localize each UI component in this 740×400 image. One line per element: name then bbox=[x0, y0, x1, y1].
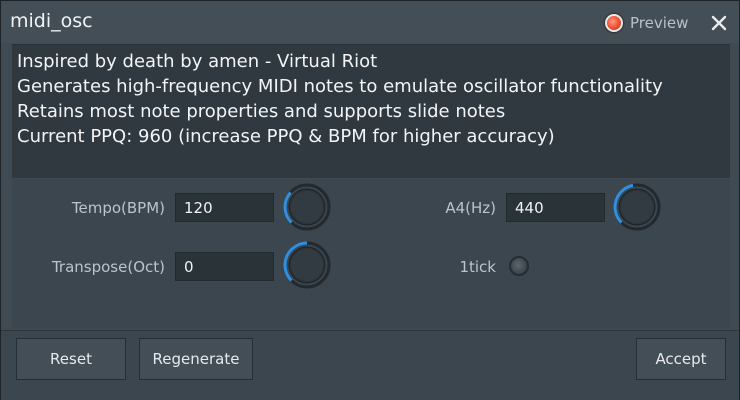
a4-label: A4(Hz) bbox=[445, 199, 496, 217]
parameters-panel: Tempo(BPM) 120 A4(Hz) 440 Transpose(Oct)… bbox=[12, 179, 730, 329]
close-button[interactable] bbox=[707, 11, 731, 35]
onetick-toggle[interactable] bbox=[509, 256, 529, 276]
description-line: Current PPQ: 960 (increase PPQ & BPM for… bbox=[17, 126, 555, 147]
title-bar: midi_osc Preview bbox=[1, 1, 739, 43]
knob-icon bbox=[283, 183, 331, 231]
regenerate-button-label: Regenerate bbox=[152, 350, 240, 368]
description-text-area: Inspired by death by amen - Virtual Riot… bbox=[12, 44, 730, 178]
midi-osc-dialog: midi_osc Preview Inspired by death by am… bbox=[0, 0, 740, 400]
footer-bar: Reset Regenerate Accept bbox=[1, 330, 739, 400]
tempo-label: Tempo(BPM) bbox=[71, 199, 165, 217]
window-title: midi_osc bbox=[10, 10, 93, 32]
a4-knob[interactable] bbox=[612, 182, 662, 232]
description-line: Retains most note properties and support… bbox=[17, 101, 506, 122]
transpose-input[interactable]: 0 bbox=[175, 252, 274, 281]
accept-button[interactable]: Accept bbox=[636, 338, 726, 380]
tempo-knob[interactable] bbox=[282, 182, 332, 232]
close-icon bbox=[711, 15, 727, 31]
tempo-input[interactable]: 120 bbox=[175, 193, 274, 222]
transpose-label: Transpose(Oct) bbox=[51, 258, 165, 276]
onetick-label: 1tick bbox=[459, 258, 496, 276]
description-line: Inspired by death by amen - Virtual Riot bbox=[17, 51, 378, 72]
reset-button[interactable]: Reset bbox=[16, 338, 126, 380]
accept-button-label: Accept bbox=[655, 350, 707, 368]
transpose-knob[interactable] bbox=[282, 240, 332, 290]
preview-led-icon bbox=[605, 14, 623, 32]
reset-button-label: Reset bbox=[50, 350, 92, 368]
description-line: Generates high-frequency MIDI notes to e… bbox=[17, 76, 663, 97]
preview-toggle[interactable]: Preview bbox=[605, 12, 688, 34]
knob-icon bbox=[283, 241, 331, 289]
preview-label: Preview bbox=[630, 14, 689, 32]
regenerate-button[interactable]: Regenerate bbox=[139, 338, 253, 380]
a4-input[interactable]: 440 bbox=[506, 193, 605, 222]
knob-icon bbox=[613, 183, 661, 231]
